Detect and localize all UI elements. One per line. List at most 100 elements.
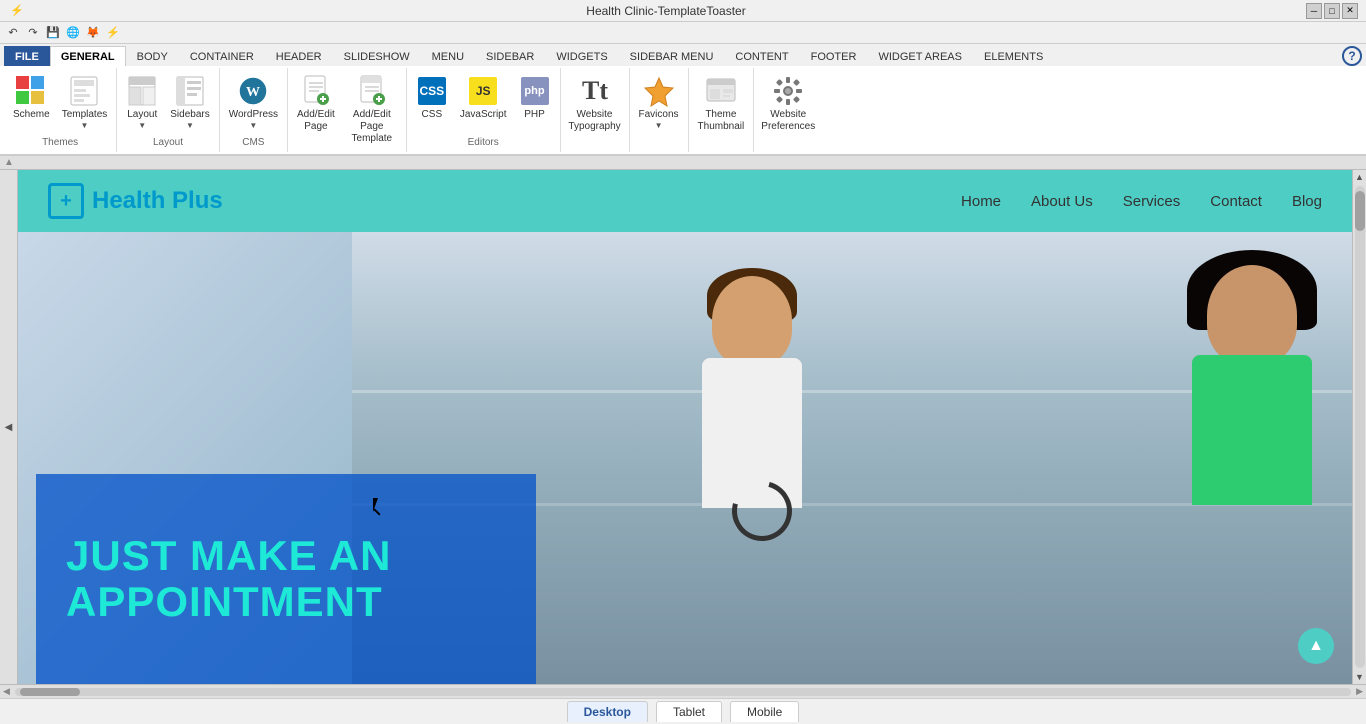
hero-title: JUST MAKE AN APPOINTMENT (66, 533, 506, 625)
typography-items: Tt WebsiteTypography (565, 70, 625, 146)
tab-elements[interactable]: ELEMENTS (973, 46, 1054, 66)
php-label: PHP (524, 109, 545, 121)
ribbon-section-layout: Layout ▼ Sidebars ▼ Layout (117, 68, 219, 152)
php-icon: php (519, 75, 551, 107)
maximize-button[interactable]: □ (1324, 3, 1340, 19)
canvas-main: + Health Plus Home About Us Services Con… (18, 170, 1352, 684)
add-edit-template-icon (356, 75, 388, 107)
firefox-icon[interactable]: 🦊 (84, 24, 102, 42)
wordpress-dropdown-arrow: ▼ (249, 121, 257, 130)
website-preferences-label: WebsitePreferences (761, 109, 815, 133)
thumbnail-items: ThemeThumbnail (693, 70, 750, 146)
templates-button[interactable]: Templates ▼ (57, 72, 113, 133)
tab-container[interactable]: CONTAINER (179, 46, 265, 66)
canvas-scrollbar-right[interactable]: ▲ ▼ (1352, 170, 1366, 684)
scroll-right-arrow[interactable]: ▶ (1353, 686, 1366, 697)
javascript-label: JavaScript (460, 109, 507, 121)
cms-section-label: CMS (224, 137, 283, 150)
tab-slideshow[interactable]: SLIDESHOW (333, 46, 421, 66)
nav-link-about[interactable]: About Us (1031, 193, 1093, 210)
website-typography-label: WebsiteTypography (568, 109, 620, 133)
themes-items: Scheme Templates ▼ (8, 70, 112, 135)
canvas-area: ▲ ◀ + Health Plus Home About Us (0, 156, 1366, 698)
javascript-icon: JS (467, 75, 499, 107)
layout-label: Layout (127, 109, 157, 121)
nav-link-services[interactable]: Services (1123, 193, 1181, 210)
javascript-button[interactable]: JS JavaScript (455, 72, 512, 124)
tab-widgets[interactable]: WIDGETS (545, 46, 618, 66)
add-edit-template-button[interactable]: Add/Edit PageTemplate (342, 72, 402, 148)
ribbon-section-thumbnail: ThemeThumbnail (689, 68, 755, 152)
ribbon-section-themes: Scheme Templates ▼ Themes (4, 68, 117, 152)
tab-footer[interactable]: FOOTER (800, 46, 868, 66)
close-button[interactable]: ✕ (1342, 3, 1358, 19)
scroll-down-arrow[interactable]: ▼ (1353, 670, 1366, 684)
preferences-items: WebsitePreferences (758, 70, 818, 146)
nav-link-contact[interactable]: Contact (1210, 193, 1262, 210)
scrollbar-thumb[interactable] (1355, 191, 1365, 231)
nav-link-blog[interactable]: Blog (1292, 193, 1322, 210)
redo-icon[interactable]: ↷ (24, 24, 42, 42)
tab-sidebar[interactable]: SIDEBAR (475, 46, 545, 66)
sidebars-dropdown-arrow: ▼ (186, 121, 194, 130)
add-edit-page-icon (300, 75, 332, 107)
svg-text:Tt: Tt (582, 76, 608, 105)
ribbon-tab-bar: FILE GENERAL BODY CONTAINER HEADER SLIDE… (0, 44, 1366, 66)
canvas-sidebar-toggle[interactable]: ◀ (0, 170, 18, 684)
save-icon[interactable]: 💾 (44, 24, 62, 42)
sidebars-button[interactable]: Sidebars ▼ (165, 72, 214, 133)
scroll-to-top-button[interactable]: ▲ (1298, 628, 1334, 664)
tab-header[interactable]: HEADER (265, 46, 333, 66)
scheme-label: Scheme (13, 109, 50, 121)
hero-overlay: JUST MAKE AN APPOINTMENT (36, 474, 536, 684)
tab-mobile[interactable]: Mobile (730, 701, 799, 722)
tab-file[interactable]: FILE (4, 46, 50, 66)
cms-items: W WordPress ▼ (224, 70, 283, 135)
php-button[interactable]: php PHP (514, 72, 556, 124)
logo-text-light: Health (92, 187, 172, 214)
tab-general[interactable]: GENERAL (50, 46, 126, 66)
add-edit-page-label: Add/EditPage (297, 109, 335, 133)
window-controls[interactable]: ─ □ ✕ (1306, 3, 1358, 19)
tab-menu[interactable]: MENU (421, 46, 475, 66)
horizontal-scrollbar[interactable]: ◀ ▶ (0, 684, 1366, 698)
website-typography-button[interactable]: Tt WebsiteTypography (565, 72, 625, 136)
ribbon-section-preferences: WebsitePreferences (754, 68, 822, 152)
horizontal-thumb[interactable] (20, 688, 80, 696)
nav-link-home[interactable]: Home (961, 193, 1001, 210)
templates-label: Templates (62, 109, 108, 121)
canvas-wrapper: ◀ + Health Plus Home About Us Service (0, 170, 1366, 684)
scroll-up-arrow[interactable]: ▲ (1353, 170, 1366, 184)
tab-content[interactable]: CONTENT (724, 46, 799, 66)
tab-tablet[interactable]: Tablet (656, 701, 722, 722)
scroll-left-arrow[interactable]: ◀ (0, 686, 13, 697)
minimize-button[interactable]: ─ (1306, 3, 1322, 19)
title-bar: ⚡ Health Clinic-TemplateToaster ─ □ ✕ (0, 0, 1366, 22)
layout-icon (126, 75, 158, 107)
tab-desktop[interactable]: Desktop (567, 701, 648, 722)
favicons-button[interactable]: Favicons ▼ (634, 72, 684, 133)
scheme-button[interactable]: Scheme (8, 72, 55, 124)
website-preferences-button[interactable]: WebsitePreferences (758, 72, 818, 136)
layout-button[interactable]: Layout ▼ (121, 72, 163, 133)
browser-icon[interactable]: 🌐 (64, 24, 82, 42)
favicons-icon (643, 75, 675, 107)
theme-thumbnail-button[interactable]: ThemeThumbnail (693, 72, 750, 136)
scroll-indicator: ▲ (4, 157, 14, 168)
canvas-scroll-top: ▲ (0, 156, 1366, 170)
wp-icon[interactable]: ⚡ (104, 24, 122, 42)
wordpress-button[interactable]: W WordPress ▼ (224, 72, 283, 133)
css-button[interactable]: CSS CSS (411, 72, 453, 124)
horizontal-track[interactable] (15, 688, 1351, 696)
favicons-dropdown-arrow: ▼ (655, 121, 663, 130)
undo-icon[interactable]: ↶ (4, 24, 22, 42)
tab-body[interactable]: BODY (126, 46, 179, 66)
typography-section-label (565, 148, 625, 150)
help-button[interactable]: ? (1342, 46, 1362, 66)
layout-dropdown-arrow: ▼ (138, 121, 146, 130)
tab-sidebar-menu[interactable]: SIDEBAR MENU (619, 46, 725, 66)
site-nav-links: Home About Us Services Contact Blog (961, 193, 1322, 210)
add-edit-page-button[interactable]: Add/EditPage (292, 72, 340, 136)
tab-widget-areas[interactable]: WIDGET AREAS (867, 46, 973, 66)
scrollbar-track[interactable] (1355, 186, 1365, 668)
